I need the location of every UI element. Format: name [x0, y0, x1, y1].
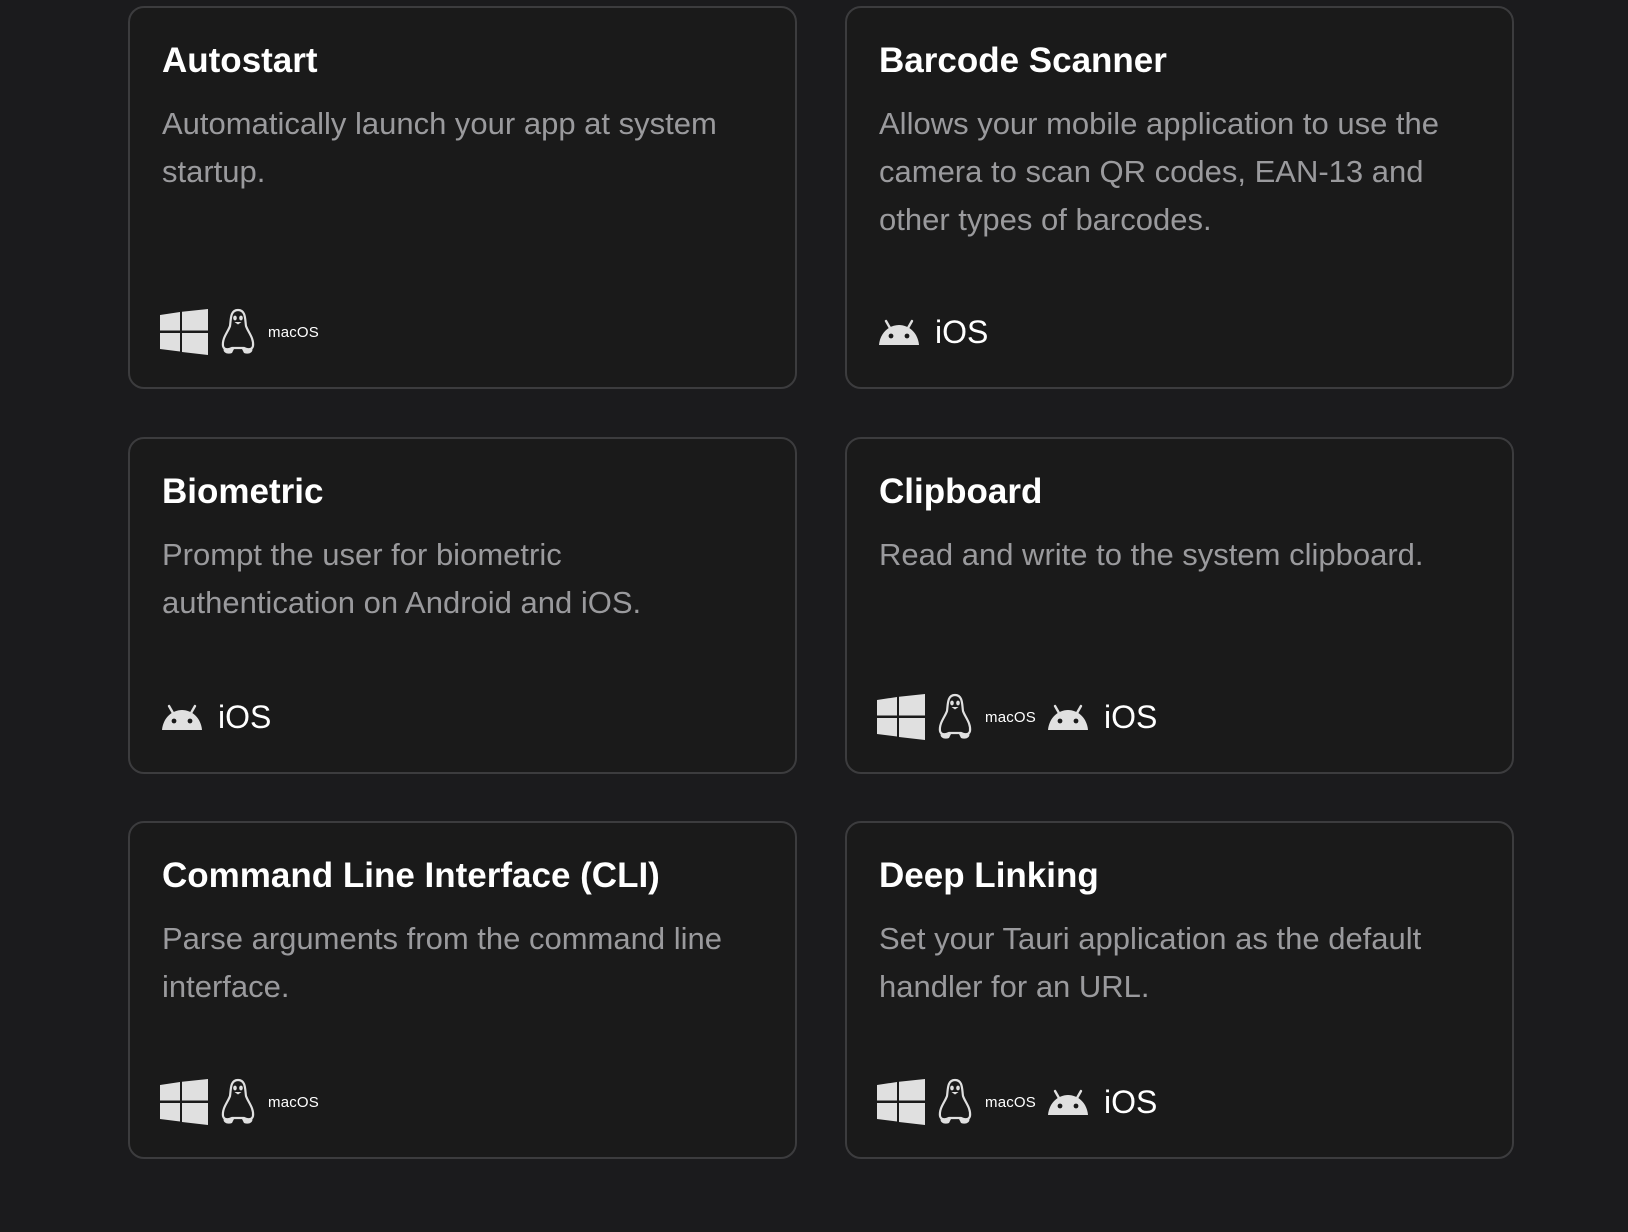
platform-list: macOS [160, 307, 329, 357]
platform-list: macOS iOS [877, 692, 1157, 742]
android-icon [1046, 1089, 1090, 1115]
linux-icon [935, 693, 975, 741]
plugin-card-biometric[interactable]: Biometric Prompt the user for biometric … [128, 437, 797, 774]
platform-list: iOS [877, 307, 988, 357]
ios-label: iOS [935, 313, 989, 350]
platform-list: macOS [160, 1077, 329, 1127]
card-title: Deep Linking [879, 856, 1099, 895]
card-description: Automatically launch your app at system … [162, 106, 717, 189]
card-title: Barcode Scanner [879, 41, 1167, 80]
card-description: Set your Tauri application as the defaul… [879, 921, 1422, 1004]
android-icon [1046, 704, 1090, 730]
linux-icon [218, 308, 258, 356]
macos-label: macOS [268, 323, 320, 341]
card-description: Allows your mobile application to use th… [879, 106, 1440, 237]
card-title: Clipboard [879, 472, 1043, 511]
windows-icon [877, 1079, 925, 1125]
card-title: Biometric [162, 472, 324, 511]
ios-label: iOS [218, 698, 272, 735]
linux-icon [218, 1078, 258, 1126]
android-icon [877, 319, 921, 345]
plugin-card-autostart[interactable]: Autostart Automatically launch your app … [128, 6, 797, 389]
plugin-card-clipboard[interactable]: Clipboard Read and write to the system c… [845, 437, 1514, 774]
macos-label: macOS [268, 1093, 320, 1111]
card-description: Read and write to the system clipboard. [879, 537, 1424, 572]
card-description: Parse arguments from the command line in… [162, 921, 722, 1004]
linux-icon [935, 1078, 975, 1126]
card-description: Prompt the user for biometric authentica… [162, 537, 642, 620]
windows-icon [877, 694, 925, 740]
plugin-card-barcode-scanner[interactable]: Barcode Scanner Allows your mobile appli… [845, 6, 1514, 389]
plugin-card-deep-linking[interactable]: Deep Linking Set your Tauri application … [845, 821, 1514, 1159]
ios-label: iOS [1104, 698, 1158, 735]
android-icon [160, 704, 204, 730]
windows-icon [160, 309, 208, 355]
macos-label: macOS [985, 708, 1037, 726]
platform-list: macOS iOS [877, 1077, 1157, 1127]
card-title: Autostart [162, 41, 318, 80]
plugin-card-cli[interactable]: Command Line Interface (CLI) Parse argum… [128, 821, 797, 1159]
platform-list: iOS [160, 692, 271, 742]
macos-label: macOS [985, 1093, 1037, 1111]
ios-label: iOS [1104, 1083, 1158, 1120]
windows-icon [160, 1079, 208, 1125]
card-title: Command Line Interface (CLI) [162, 856, 660, 895]
